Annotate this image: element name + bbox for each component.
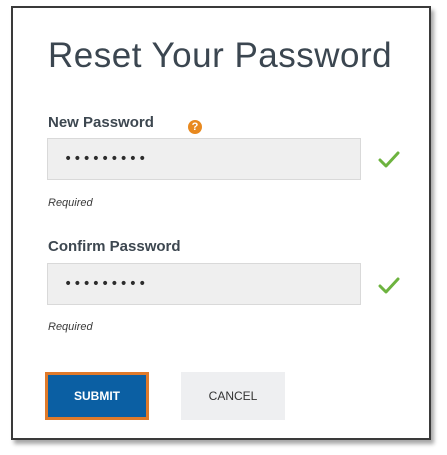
new-password-hint: Required <box>48 197 93 209</box>
submit-button[interactable]: SUBMIT <box>45 372 149 420</box>
page-title: Reset Your Password <box>48 36 393 75</box>
cancel-button[interactable]: CANCEL <box>181 372 285 420</box>
new-password-check-icon <box>378 151 400 168</box>
question-circle-icon[interactable]: ? <box>188 120 202 134</box>
new-password-field[interactable] <box>47 138 361 180</box>
confirm-password-field[interactable] <box>47 263 361 305</box>
confirm-password-label: Confirm Password <box>48 238 181 255</box>
new-password-label: New Password <box>48 114 154 131</box>
confirm-password-hint: Required <box>48 321 93 333</box>
confirm-password-check-icon <box>378 277 400 294</box>
reset-password-card: Reset Your Password New Password ? Requi… <box>11 6 431 440</box>
